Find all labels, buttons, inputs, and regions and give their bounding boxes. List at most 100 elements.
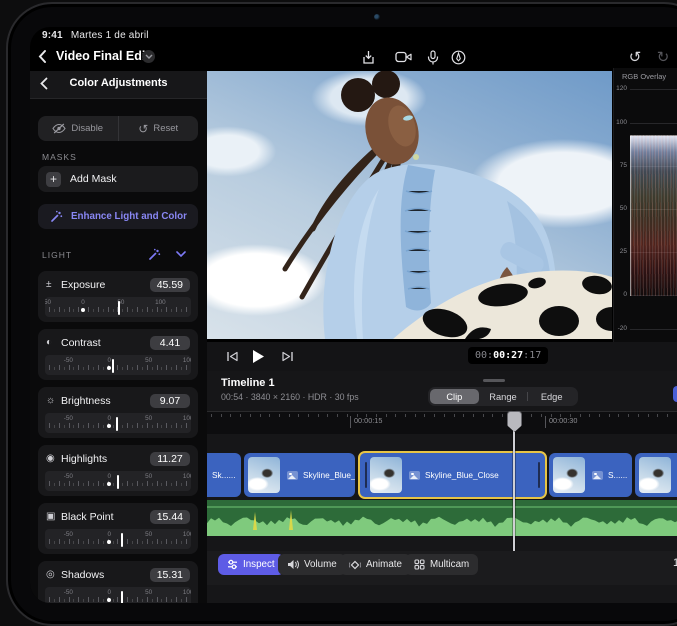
clip-thumbnail: [370, 457, 402, 493]
enhance-label: Enhance Light and Color: [71, 211, 187, 222]
inspect-icon: [227, 559, 238, 570]
import-icon[interactable]: [358, 48, 378, 66]
exposure-value[interactable]: 45.59: [150, 278, 190, 292]
slider-label: Shadows: [61, 569, 104, 581]
clip-skyline-blue-close-selected[interactable]: Skyline_Blue_Close: [358, 451, 547, 499]
reset-button[interactable]: ↺ Reset: [118, 116, 199, 141]
volume-button[interactable]: Volume: [278, 554, 346, 575]
status-time: 9:41: [42, 30, 63, 41]
redo-icon[interactable]: ↻: [653, 48, 673, 66]
magic-wand-icon: [50, 210, 63, 223]
inspect-button[interactable]: Inspect: [218, 554, 284, 575]
panel-title: Color Adjustments: [30, 77, 207, 89]
slider-shadows: ◎Shadows 15.31 -50050100: [38, 561, 198, 603]
panel-drag-handle[interactable]: [483, 379, 505, 382]
disable-reset-group: Disable ↺ Reset: [38, 116, 198, 141]
slider-label: Contrast: [61, 337, 101, 349]
ruler-label: 00:00:30: [545, 416, 577, 428]
disable-button[interactable]: Disable: [38, 116, 118, 141]
video-preview[interactable]: [207, 68, 612, 342]
disable-label: Disable: [71, 123, 103, 134]
project-title[interactable]: Video Final Edit: [56, 49, 150, 63]
clipped-right-button[interactable]: C: [673, 386, 677, 402]
mode-clip[interactable]: Clip: [430, 389, 479, 404]
pencil-icon[interactable]: [448, 48, 468, 66]
audio-track[interactable]: [207, 500, 677, 536]
brightness-slider[interactable]: -50050100: [45, 413, 191, 433]
contrast-icon: ◐: [46, 337, 61, 348]
speaker-icon: [287, 559, 299, 570]
timeline-meta: 00:54 · 3840 × 2160 · HDR · 30 fps: [221, 392, 359, 402]
clip-thumbnail: [553, 457, 585, 493]
slider-label: Exposure: [61, 279, 105, 291]
front-camera: [374, 14, 380, 20]
brightness-icon: ☼: [46, 395, 61, 406]
mode-edge[interactable]: Edge: [527, 389, 576, 404]
reset-icon: ↺: [138, 124, 148, 134]
preview-person: [207, 71, 612, 339]
contrast-slider[interactable]: -50050100: [45, 355, 191, 375]
add-mask-button[interactable]: + Add Mask: [38, 166, 198, 192]
bottom-toolbar: Inspect Volume Animate Multicam 1: [207, 551, 677, 585]
black-point-icon: ▣: [46, 511, 61, 522]
contrast-value[interactable]: 4.41: [150, 336, 190, 350]
eye-slash-icon: [52, 123, 66, 134]
grid-icon: [414, 559, 425, 570]
highlights-value[interactable]: 11.27: [150, 452, 190, 466]
timeline-ruler[interactable]: 00:00:15 00:00:30: [207, 411, 677, 434]
status-date: Martes 1 de abril: [71, 30, 149, 41]
photo-icon: [592, 471, 603, 480]
timecode[interactable]: 00:00:27:17: [468, 347, 548, 364]
title-dropdown[interactable]: [142, 50, 155, 63]
animate-button[interactable]: Animate: [340, 554, 411, 575]
camera-icon[interactable]: [393, 48, 413, 66]
timeline-section: Timeline 1 00:54 · 3840 × 2160 · HDR · 3…: [207, 371, 677, 603]
masks-section-label: MASKS: [42, 152, 77, 162]
slider-label: Black Point: [61, 511, 114, 523]
clip-partial-right[interactable]: [635, 453, 677, 497]
slider-label: Brightness: [61, 395, 111, 407]
photo-icon: [287, 471, 298, 480]
light-collapse-icon[interactable]: [176, 251, 186, 257]
skip-back-icon[interactable]: [221, 347, 243, 365]
status-bar: 9:41 Martes 1 de abril: [42, 30, 149, 41]
enhance-button[interactable]: Enhance Light and Color: [38, 204, 198, 229]
light-wand-icon[interactable]: [148, 248, 161, 261]
play-button[interactable]: [247, 347, 269, 365]
transport-bar: 00:00:27:17: [207, 342, 677, 372]
shadows-icon: ◎: [46, 569, 61, 580]
panel-header: Color Adjustments: [30, 71, 207, 99]
playhead-line: [513, 411, 515, 555]
color-adjustments-panel: Color Adjustments Disable ↺ Reset MASKS …: [30, 71, 208, 603]
multicam-button[interactable]: Multicam: [405, 554, 478, 575]
shadows-value[interactable]: 15.31: [150, 568, 190, 582]
slider-brightness: ☼Brightness 9.07 -50050100: [38, 387, 198, 438]
scope-waveform: [630, 135, 677, 296]
back-icon[interactable]: [38, 49, 47, 64]
clipped-right-text: 1: [673, 557, 677, 569]
keyframe-icon: [349, 559, 361, 571]
edit-mode-segmented: Clip Range Edge: [428, 387, 578, 406]
shadows-slider[interactable]: -50050100: [45, 587, 191, 603]
skip-forward-icon[interactable]: [277, 347, 299, 365]
clip-s-truncated[interactable]: S......: [549, 453, 632, 497]
clip-thumbnail: [248, 457, 280, 493]
mode-range[interactable]: Range: [479, 389, 528, 404]
undo-icon[interactable]: ↺: [625, 48, 645, 66]
photo-icon: [409, 471, 420, 480]
microphone-icon[interactable]: [423, 48, 443, 66]
brightness-value[interactable]: 9.07: [150, 394, 190, 408]
reset-label: Reset: [153, 123, 178, 134]
app-header: Video Final Edit ↺ ↻: [30, 43, 677, 71]
clip-skyline-blue-wide[interactable]: Skyline_Blue_Wide: [244, 453, 355, 497]
clip-thumbnail: [639, 457, 671, 493]
ruler-label: 00:00:15: [350, 416, 382, 428]
exposure-slider[interactable]: -50050100: [45, 297, 191, 317]
black-point-slider[interactable]: -50050100: [45, 529, 191, 549]
highlights-icon: ◉: [46, 453, 61, 464]
black-point-value[interactable]: 15.44: [150, 510, 190, 524]
slider-contrast: ◐Contrast 4.41 -50050100: [38, 329, 198, 380]
clip-partial-left[interactable]: Sk......: [207, 453, 241, 497]
add-mask-label: Add Mask: [70, 173, 117, 185]
highlights-slider[interactable]: -50050100: [45, 471, 191, 491]
